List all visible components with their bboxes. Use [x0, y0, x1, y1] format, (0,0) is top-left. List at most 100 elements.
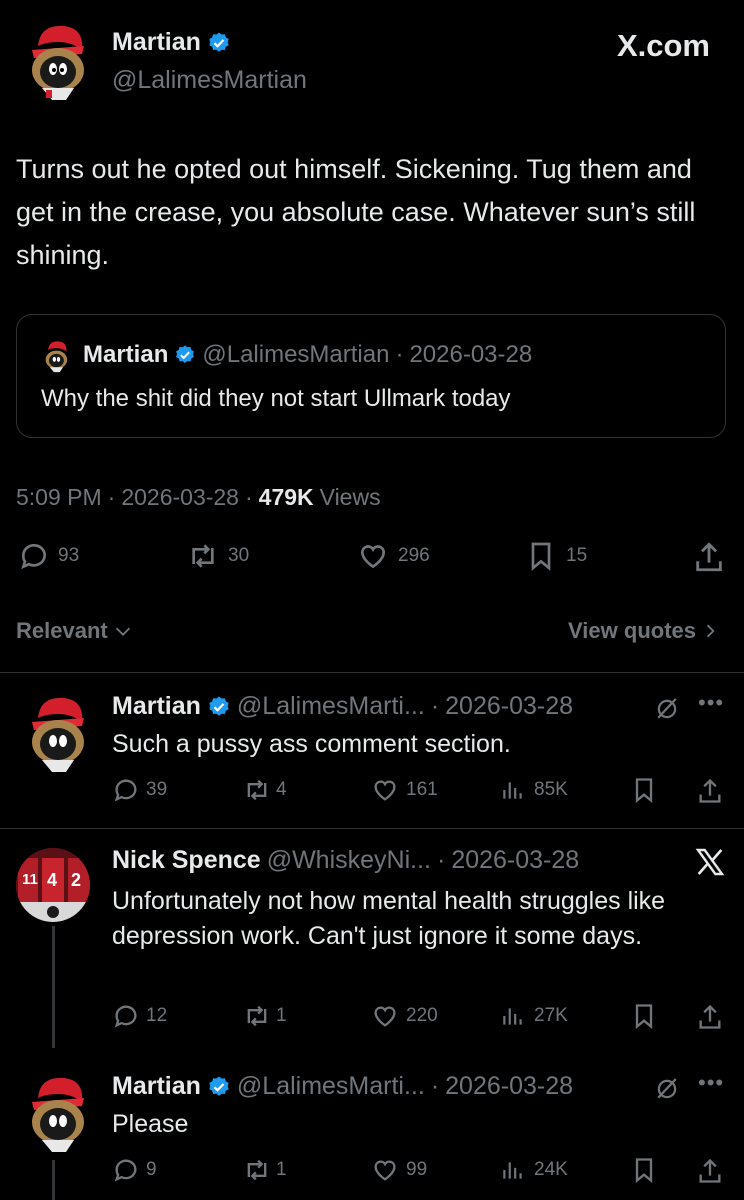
post-time[interactable]: 5:09 PM — [16, 484, 102, 511]
sort-label: Relevant — [16, 618, 108, 643]
heart-icon — [356, 540, 390, 572]
bookmark-icon — [524, 540, 558, 572]
separator: · — [430, 1072, 440, 1100]
author-handle[interactable]: @LalimesMarti... — [237, 692, 425, 721]
avatar[interactable]: 11 4 2 — [16, 848, 90, 922]
avatar[interactable] — [22, 1072, 92, 1154]
grok-icon[interactable] — [652, 694, 682, 724]
repost-icon — [242, 1002, 272, 1030]
share-icon — [696, 1002, 724, 1032]
views-count: 85K — [534, 779, 568, 800]
like-button[interactable]: 220 — [370, 1002, 438, 1030]
post-date[interactable]: 2026-03-28 — [121, 484, 239, 511]
heart-icon — [370, 776, 400, 804]
divider — [0, 828, 744, 829]
reply-count: 39 — [146, 779, 168, 800]
reply-date[interactable]: 2026-03-28 — [445, 692, 573, 721]
reply-button[interactable]: 9 — [112, 1156, 157, 1184]
verified-badge-icon — [174, 344, 196, 366]
author-handle[interactable]: @LalimesMarti... — [237, 1072, 425, 1101]
svg-text:2: 2 — [71, 870, 81, 890]
bookmark-count: 15 — [566, 545, 588, 566]
reply-text: Such a pussy ass comment section. — [112, 730, 511, 758]
like-count: 220 — [406, 1005, 438, 1026]
like-button[interactable]: 161 — [370, 776, 438, 804]
repost-button[interactable]: 1 — [242, 1002, 287, 1030]
share-button[interactable] — [692, 540, 726, 574]
repost-button[interactable]: 30 — [186, 540, 249, 572]
repost-button[interactable]: 4 — [242, 776, 287, 804]
views-button[interactable]: 24K — [500, 1156, 568, 1184]
avatar[interactable] — [22, 20, 92, 102]
view-quotes-link[interactable]: View quotes — [568, 618, 720, 644]
bookmark-button[interactable] — [630, 1156, 658, 1184]
quoted-post[interactable]: Martian @LalimesMartian · 2026-03-28 Why… — [16, 314, 726, 438]
repost-count: 30 — [228, 545, 250, 566]
quoted-date: 2026-03-28 — [409, 341, 533, 368]
reply-text: Please — [112, 1110, 189, 1138]
verified-badge-icon — [207, 695, 231, 719]
quoted-avatar — [41, 339, 71, 373]
share-button[interactable] — [696, 776, 724, 806]
author-name[interactable]: Martian — [112, 692, 201, 721]
repost-icon — [242, 1156, 272, 1184]
author-handle[interactable]: @WhiskeyNi... — [267, 846, 431, 875]
more-options-icon[interactable]: ••• — [698, 690, 724, 716]
views-count: 27K — [534, 1005, 568, 1026]
bookmark-button[interactable] — [630, 1002, 658, 1030]
views-count: 479K — [258, 484, 314, 510]
separator: · — [244, 484, 253, 510]
like-button[interactable]: 296 — [356, 540, 430, 572]
reply-icon — [18, 540, 50, 572]
analytics-icon — [500, 776, 526, 804]
sort-dropdown[interactable]: Relevant — [16, 618, 134, 644]
thread-line — [52, 1160, 55, 1200]
bookmark-button[interactable] — [630, 776, 658, 804]
share-icon — [696, 776, 724, 806]
reply-date[interactable]: 2026-03-28 — [445, 1072, 573, 1101]
views-button[interactable]: 27K — [500, 1002, 568, 1030]
svg-text:4: 4 — [47, 870, 57, 890]
share-icon — [692, 540, 726, 574]
repost-button[interactable]: 1 — [242, 1156, 287, 1184]
reply-button[interactable]: 39 — [112, 776, 167, 804]
author-name[interactable]: Martian — [112, 1072, 201, 1101]
analytics-icon — [500, 1156, 526, 1184]
author-handle[interactable]: @LalimesMartian — [112, 66, 307, 95]
verified-badge-icon — [207, 1075, 231, 1099]
reply-icon — [112, 1156, 140, 1184]
author-name[interactable]: Martian — [112, 28, 201, 57]
like-button[interactable]: 99 — [370, 1156, 427, 1184]
reply-date[interactable]: 2026-03-28 — [451, 846, 579, 875]
like-count: 161 — [406, 779, 438, 800]
analytics-icon — [500, 1002, 526, 1030]
reply-icon — [112, 1002, 140, 1030]
repost-icon — [186, 540, 220, 572]
avatar[interactable] — [22, 692, 92, 774]
chevron-down-icon — [112, 620, 134, 642]
reply-count: 9 — [146, 1159, 157, 1180]
bookmark-button[interactable]: 15 — [524, 540, 587, 572]
repost-count: 4 — [276, 779, 287, 800]
verified-badge-icon — [207, 31, 231, 55]
separator: · — [395, 341, 404, 368]
more-options-icon[interactable]: ••• — [698, 1070, 724, 1096]
reply-text: Unfortunately not how mental health stru… — [112, 887, 666, 950]
reply-button[interactable]: 93 — [18, 540, 79, 572]
reply-button[interactable]: 12 — [112, 1002, 167, 1030]
like-count: 99 — [406, 1159, 428, 1180]
views-button[interactable]: 85K — [500, 776, 568, 804]
author-name[interactable]: Nick Spence — [112, 846, 261, 875]
post-text: Turns out he opted out himself. Sickenin… — [16, 154, 696, 270]
quoted-text: Why the shit did they not start Ullmark … — [41, 385, 511, 412]
share-button[interactable] — [696, 1156, 724, 1186]
x-logo-icon — [694, 846, 726, 878]
grok-icon[interactable] — [652, 1074, 682, 1104]
views-label: Views — [319, 484, 381, 510]
share-button[interactable] — [696, 1002, 724, 1032]
thread-line — [52, 926, 55, 1048]
quoted-author-name: Martian — [83, 341, 169, 368]
separator: · — [436, 846, 446, 874]
repost-count: 1 — [276, 1005, 287, 1026]
reply-icon — [112, 776, 140, 804]
